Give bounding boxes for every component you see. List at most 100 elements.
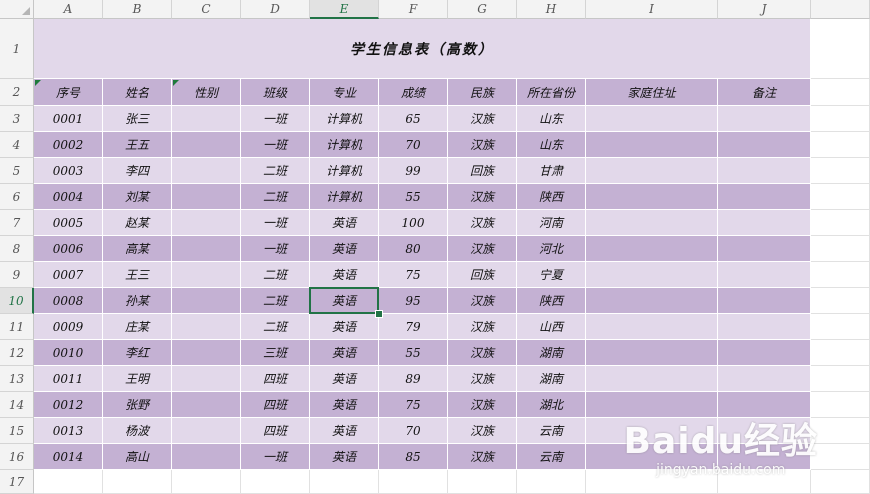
cell-g4[interactable]: 汉族 bbox=[448, 132, 517, 158]
cell-h13[interactable]: 湖南 bbox=[517, 366, 586, 392]
row-header-2[interactable]: 2 bbox=[0, 79, 34, 106]
cell-b3[interactable]: 张三 bbox=[103, 106, 172, 132]
empty-cell-k5[interactable] bbox=[811, 158, 870, 184]
row-header-9[interactable]: 9 bbox=[0, 262, 34, 288]
cell-f11[interactable]: 79 bbox=[379, 314, 448, 340]
column-header-g[interactable]: G bbox=[448, 0, 517, 19]
row-header-1[interactable]: 1 bbox=[0, 19, 34, 79]
row-header-10[interactable]: 10 bbox=[0, 288, 34, 314]
empty-cell-k7[interactable] bbox=[811, 210, 870, 236]
cell-d3[interactable]: 一班 bbox=[241, 106, 310, 132]
cell-c15[interactable] bbox=[172, 418, 241, 444]
cell-i14[interactable] bbox=[586, 392, 718, 418]
cell-j10[interactable] bbox=[718, 288, 811, 314]
cell-a6[interactable]: 0004 bbox=[34, 184, 103, 210]
empty-cell-e17[interactable] bbox=[310, 470, 379, 494]
empty-cell-b17[interactable] bbox=[103, 470, 172, 494]
cell-e16[interactable]: 英语 bbox=[310, 444, 379, 470]
cell-d14[interactable]: 四班 bbox=[241, 392, 310, 418]
row-header-8[interactable]: 8 bbox=[0, 236, 34, 262]
empty-cell-d17[interactable] bbox=[241, 470, 310, 494]
cell-i9[interactable] bbox=[586, 262, 718, 288]
cell-a14[interactable]: 0012 bbox=[34, 392, 103, 418]
cell-d9[interactable]: 二班 bbox=[241, 262, 310, 288]
cell-a12[interactable]: 0010 bbox=[34, 340, 103, 366]
cell-f10[interactable]: 95 bbox=[379, 288, 448, 314]
cell-i15[interactable] bbox=[586, 418, 718, 444]
cell-g9[interactable]: 回族 bbox=[448, 262, 517, 288]
cell-c12[interactable] bbox=[172, 340, 241, 366]
cell-h10[interactable]: 陕西 bbox=[517, 288, 586, 314]
cell-e5[interactable]: 计算机 bbox=[310, 158, 379, 184]
row-header-5[interactable]: 5 bbox=[0, 158, 34, 184]
cell-c11[interactable] bbox=[172, 314, 241, 340]
cell-a7[interactable]: 0005 bbox=[34, 210, 103, 236]
cell-e12[interactable]: 英语 bbox=[310, 340, 379, 366]
cell-h9[interactable]: 宁夏 bbox=[517, 262, 586, 288]
column-header-c[interactable]: C bbox=[172, 0, 241, 19]
cell-i3[interactable] bbox=[586, 106, 718, 132]
cell-h3[interactable]: 山东 bbox=[517, 106, 586, 132]
cell-j15[interactable] bbox=[718, 418, 811, 444]
cell-b14[interactable]: 张野 bbox=[103, 392, 172, 418]
cell-b10[interactable]: 孙某 bbox=[103, 288, 172, 314]
cell-g14[interactable]: 汉族 bbox=[448, 392, 517, 418]
cell-f12[interactable]: 55 bbox=[379, 340, 448, 366]
cell-h4[interactable]: 山东 bbox=[517, 132, 586, 158]
column-header-f[interactable]: F bbox=[379, 0, 448, 19]
cell-b13[interactable]: 王明 bbox=[103, 366, 172, 392]
column-header-a[interactable]: A bbox=[34, 0, 103, 19]
cell-a10[interactable]: 0008 bbox=[34, 288, 103, 314]
empty-cell-k4[interactable] bbox=[811, 132, 870, 158]
cell-f13[interactable]: 89 bbox=[379, 366, 448, 392]
cell-b4[interactable]: 王五 bbox=[103, 132, 172, 158]
cell-f14[interactable]: 75 bbox=[379, 392, 448, 418]
row-header-16[interactable]: 16 bbox=[0, 444, 34, 470]
cell-a15[interactable]: 0013 bbox=[34, 418, 103, 444]
cell-i4[interactable] bbox=[586, 132, 718, 158]
cell-i12[interactable] bbox=[586, 340, 718, 366]
row-header-12[interactable]: 12 bbox=[0, 340, 34, 366]
column-header-h[interactable]: H bbox=[517, 0, 586, 19]
cell-d5[interactable]: 二班 bbox=[241, 158, 310, 184]
header-cell-d[interactable]: 班级 bbox=[241, 79, 310, 106]
cell-i10[interactable] bbox=[586, 288, 718, 314]
cell-d12[interactable]: 三班 bbox=[241, 340, 310, 366]
cell-c7[interactable] bbox=[172, 210, 241, 236]
empty-cell-k15[interactable] bbox=[811, 418, 870, 444]
cell-h14[interactable]: 湖北 bbox=[517, 392, 586, 418]
cell-j3[interactable] bbox=[718, 106, 811, 132]
column-header-i[interactable]: I bbox=[586, 0, 718, 19]
cell-d6[interactable]: 二班 bbox=[241, 184, 310, 210]
cell-j4[interactable] bbox=[718, 132, 811, 158]
cell-f3[interactable]: 65 bbox=[379, 106, 448, 132]
cell-e13[interactable]: 英语 bbox=[310, 366, 379, 392]
cell-c16[interactable] bbox=[172, 444, 241, 470]
row-header-7[interactable]: 7 bbox=[0, 210, 34, 236]
cell-b16[interactable]: 高山 bbox=[103, 444, 172, 470]
cell-g7[interactable]: 汉族 bbox=[448, 210, 517, 236]
cell-b15[interactable]: 杨波 bbox=[103, 418, 172, 444]
header-cell-b[interactable]: 姓名 bbox=[103, 79, 172, 106]
empty-cell-i17[interactable] bbox=[586, 470, 718, 494]
empty-cell-k14[interactable] bbox=[811, 392, 870, 418]
cell-j6[interactable] bbox=[718, 184, 811, 210]
empty-cell-j17[interactable] bbox=[718, 470, 811, 494]
cell-e10[interactable]: 英语 bbox=[310, 288, 379, 314]
row-header-11[interactable]: 11 bbox=[0, 314, 34, 340]
cell-e11[interactable]: 英语 bbox=[310, 314, 379, 340]
cell-e3[interactable]: 计算机 bbox=[310, 106, 379, 132]
cell-j13[interactable] bbox=[718, 366, 811, 392]
column-header-blank[interactable] bbox=[811, 0, 870, 19]
cell-a8[interactable]: 0006 bbox=[34, 236, 103, 262]
cell-e14[interactable]: 英语 bbox=[310, 392, 379, 418]
cell-c10[interactable] bbox=[172, 288, 241, 314]
cell-j11[interactable] bbox=[718, 314, 811, 340]
row-header-3[interactable]: 3 bbox=[0, 106, 34, 132]
cell-f15[interactable]: 70 bbox=[379, 418, 448, 444]
cell-c13[interactable] bbox=[172, 366, 241, 392]
cell-b9[interactable]: 王三 bbox=[103, 262, 172, 288]
cell-d10[interactable]: 二班 bbox=[241, 288, 310, 314]
cell-h15[interactable]: 云南 bbox=[517, 418, 586, 444]
empty-cell-h17[interactable] bbox=[517, 470, 586, 494]
